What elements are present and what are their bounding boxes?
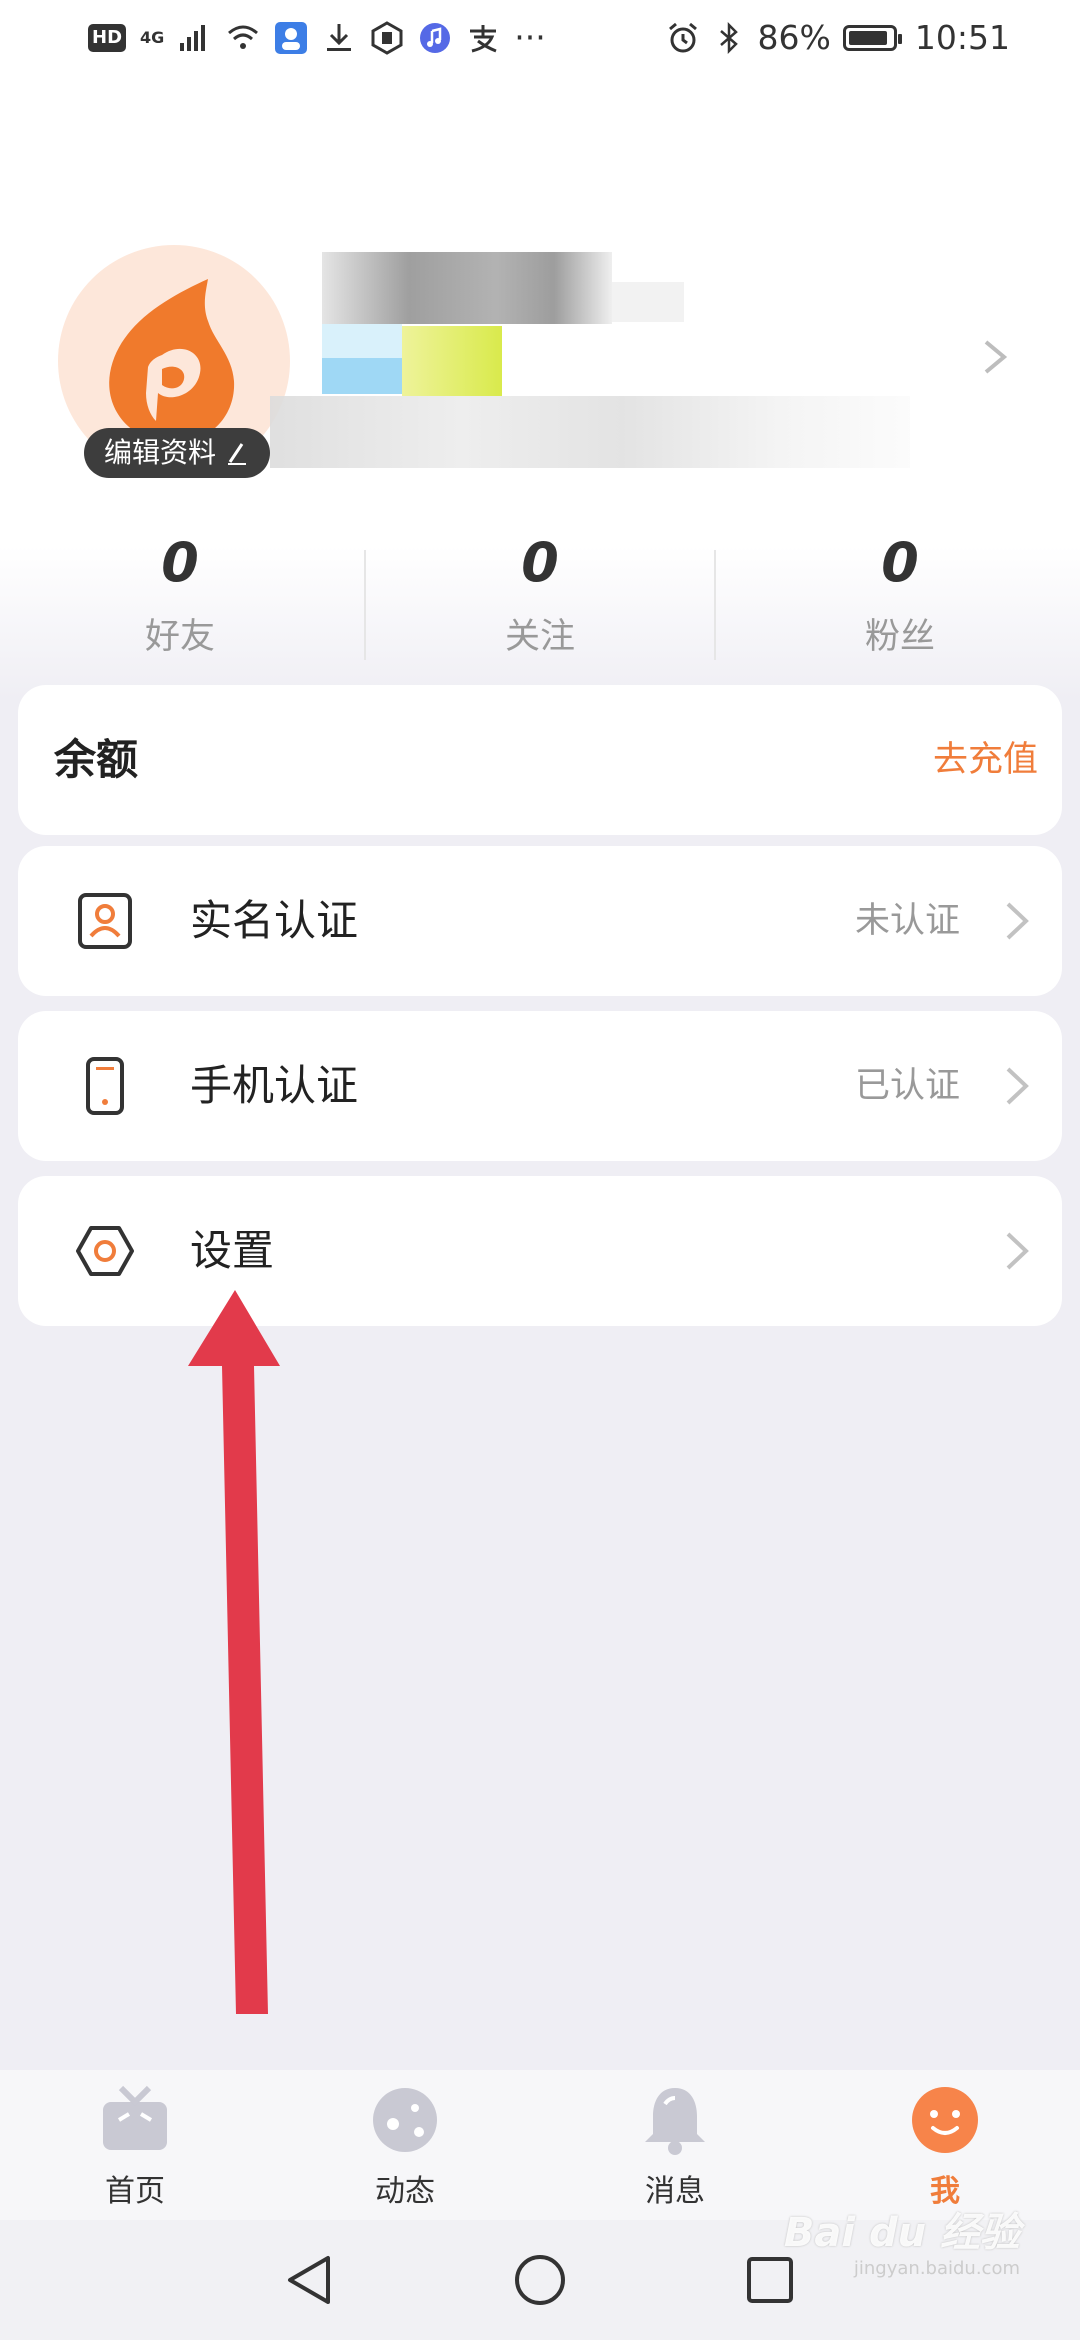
- stat-label: 粉丝: [864, 617, 935, 657]
- more-notifications: ···: [514, 18, 546, 57]
- music-icon: [420, 22, 451, 53]
- row-status: 已认证: [854, 1066, 960, 1106]
- smiley-icon: [912, 2087, 978, 2153]
- battery-percent: 86%: [757, 18, 831, 57]
- home-circle-icon[interactable]: [512, 2252, 568, 2308]
- alarm-icon: [668, 22, 697, 52]
- signal-icon: [180, 24, 206, 51]
- annotation-arrow-icon: [188, 1290, 280, 2014]
- bottom-tab-bar: 首页 动态 消息 我: [0, 2070, 1080, 2220]
- tv-icon: [103, 2085, 167, 2150]
- tab-label: 动态: [375, 2174, 435, 2209]
- chevron-right-icon: [1006, 1067, 1029, 1105]
- stat-value: 0: [881, 531, 919, 594]
- chevron-right-icon: [1006, 1232, 1029, 1270]
- wifi-icon: [228, 25, 259, 49]
- bluetooth-icon: [719, 21, 738, 54]
- id-card-icon: [78, 893, 132, 949]
- recharge-button[interactable]: 去充值: [933, 685, 1038, 835]
- clock: 10:51: [914, 18, 1010, 57]
- stat-value: 0: [161, 531, 199, 594]
- tab-me[interactable]: 我: [810, 2070, 1080, 2220]
- balance-title: 余额: [54, 735, 139, 784]
- stats-row: 0 好友 0 关注 0 粉丝: [0, 530, 1080, 670]
- back-triangle-icon[interactable]: [282, 2252, 338, 2308]
- stat-fans[interactable]: 0 粉丝: [720, 530, 1080, 670]
- chevron-right-icon: [1006, 902, 1029, 940]
- download-icon: [327, 23, 352, 51]
- stat-label: 好友: [144, 617, 215, 657]
- hand-icon: [371, 20, 403, 55]
- stat-value: 0: [521, 531, 559, 594]
- settings-hexagon-icon: [76, 1226, 134, 1276]
- planet-icon: [373, 2088, 437, 2152]
- row-label: 实名认证: [190, 896, 359, 945]
- tab-moments[interactable]: 动态: [270, 2070, 540, 2220]
- row-status: 未认证: [854, 901, 960, 941]
- edit-profile-button[interactable]: 编辑资料: [84, 428, 271, 478]
- status-bar: HD 4G ··· 86% 10:51: [0, 0, 1080, 82]
- row-label: 手机认证: [190, 1061, 359, 1110]
- pencil-icon: [228, 443, 247, 465]
- divider: [714, 550, 716, 660]
- watermark-url: jingyan.baidu.com: [853, 2258, 1020, 2279]
- baidu-watermark: Bai du 经验 jingyan.baidu.com: [784, 2200, 1020, 2279]
- phone-verification-row[interactable]: 手机认证 已认证: [18, 1011, 1062, 1161]
- battery-icon: [842, 24, 902, 51]
- phone-icon: [86, 1057, 124, 1115]
- tab-home[interactable]: 首页: [0, 2070, 270, 2220]
- profile-chevron-right-icon[interactable]: [978, 340, 1012, 374]
- stat-friends[interactable]: 0 好友: [0, 530, 360, 670]
- real-name-verification-row[interactable]: 实名认证 未认证: [18, 846, 1062, 996]
- balance-card: 余额 去充值: [18, 685, 1062, 835]
- network-label: 4G: [140, 28, 165, 47]
- stat-label: 关注: [504, 617, 575, 657]
- hd-badge: HD: [88, 23, 127, 52]
- tab-messages[interactable]: 消息: [540, 2070, 810, 2220]
- alipay-icon: [470, 24, 497, 52]
- watermark-brand: Bai du 经验: [783, 2210, 1020, 2256]
- tab-label: 消息: [645, 2174, 705, 2209]
- stat-following[interactable]: 0 关注: [360, 530, 720, 670]
- edit-profile-label: 编辑资料: [104, 436, 217, 469]
- contact-app-icon: [275, 21, 308, 54]
- tab-label: 首页: [105, 2174, 165, 2209]
- bell-icon: [645, 2088, 705, 2155]
